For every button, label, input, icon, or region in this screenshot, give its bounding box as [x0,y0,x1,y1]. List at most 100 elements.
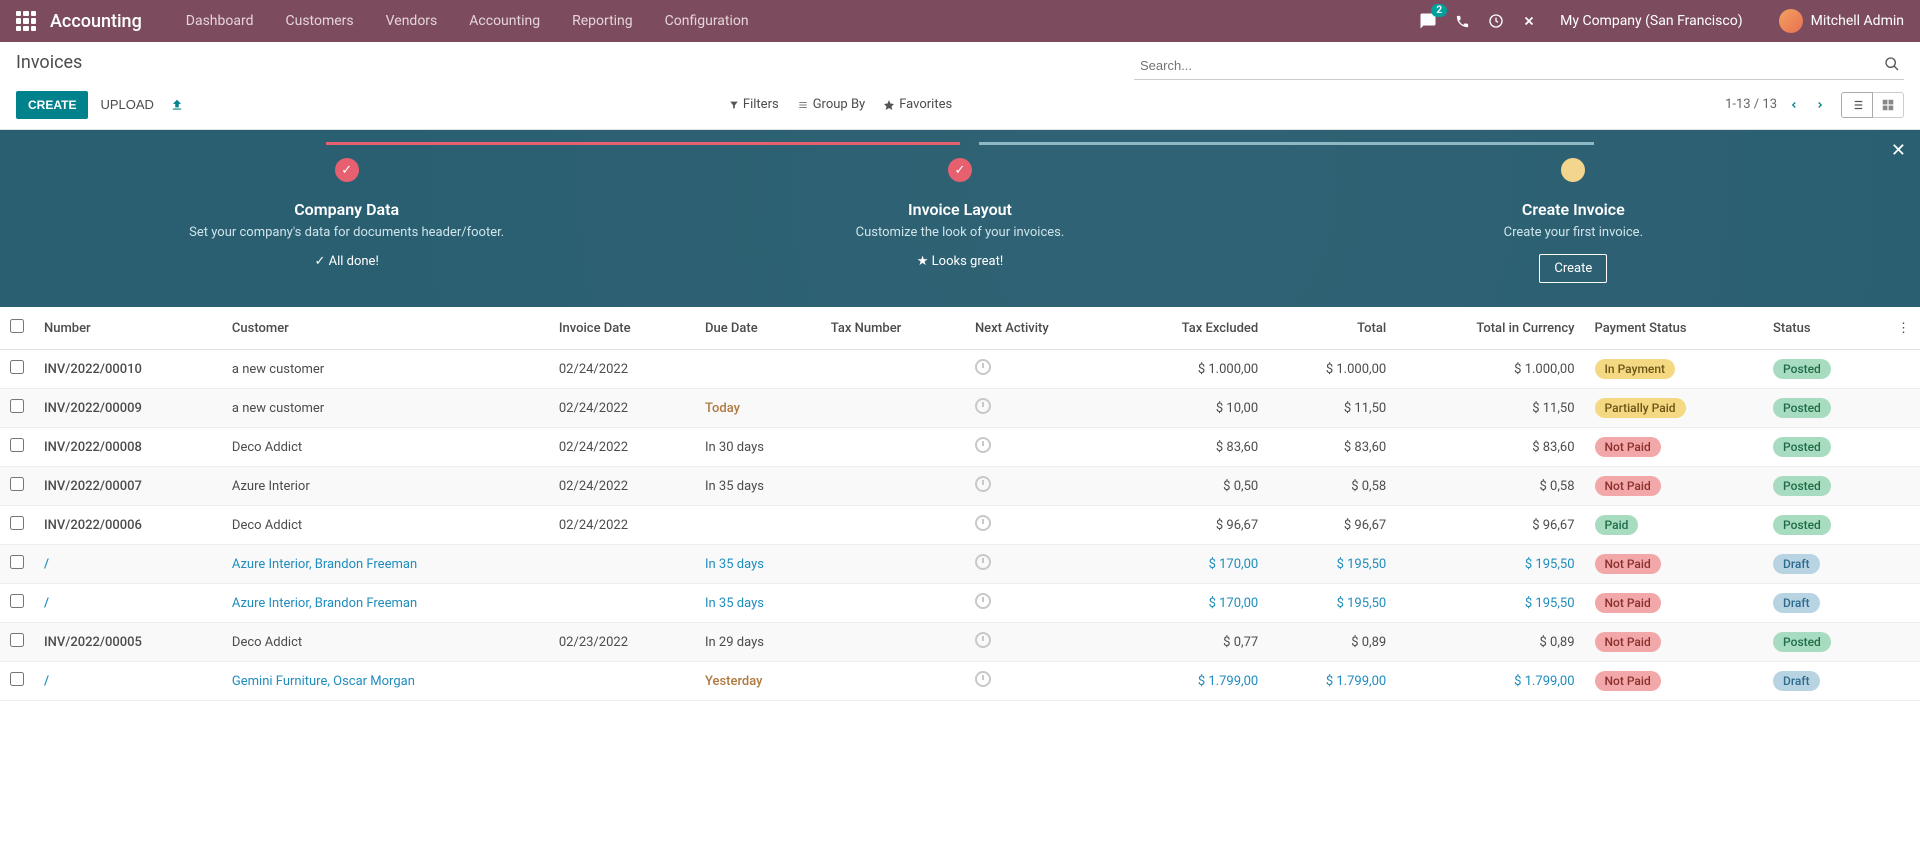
list-view-icon[interactable] [1841,92,1873,118]
activity-clock-icon[interactable] [975,476,991,492]
cell-status: Posted [1763,506,1887,545]
nav-dashboard[interactable]: Dashboard [170,2,270,40]
row-checkbox[interactable] [10,516,24,530]
pager-prev-icon[interactable] [1785,94,1803,116]
cell-next-activity[interactable] [965,545,1114,584]
table-row[interactable]: /Gemini Furniture, Oscar MorganYesterday… [0,662,1920,701]
cell-next-activity[interactable] [965,584,1114,623]
row-checkbox[interactable] [10,555,24,569]
row-checkbox[interactable] [10,633,24,647]
col-status[interactable]: Status [1763,307,1887,350]
close-x-icon[interactable] [1522,14,1536,28]
table-row[interactable]: INV/2022/00007Azure Interior02/24/2022In… [0,467,1920,506]
cell-payment-status: Not Paid [1585,467,1764,506]
col-tax-excluded[interactable]: Tax Excluded [1114,307,1268,350]
cell-next-activity[interactable] [965,467,1114,506]
upload-icon[interactable] [170,98,184,112]
cell-next-activity[interactable] [965,662,1114,701]
apps-icon[interactable] [16,11,36,31]
col-customer[interactable]: Customer [222,307,549,350]
app-brand[interactable]: Accounting [50,11,142,32]
cell-next-activity[interactable] [965,623,1114,662]
cell-invoice-date: 02/24/2022 [549,506,695,545]
activity-clock-icon[interactable] [975,437,991,453]
activity-clock-icon[interactable] [975,632,991,648]
table-row[interactable]: INV/2022/00005Deco Addict02/23/2022In 29… [0,623,1920,662]
col-tax-number[interactable]: Tax Number [821,307,965,350]
create-button[interactable]: CREATE [16,91,88,119]
col-due-date[interactable]: Due Date [695,307,821,350]
col-next-activity[interactable]: Next Activity [965,307,1114,350]
table-row[interactable]: /Azure Interior, Brandon FreemanIn 35 da… [0,584,1920,623]
cell-total-currency: $ 11,50 [1396,389,1584,428]
row-checkbox[interactable] [10,672,24,686]
company-selector[interactable]: My Company (San Francisco) [1560,13,1742,29]
activity-clock-icon[interactable] [975,554,991,570]
nav-reporting[interactable]: Reporting [556,2,649,40]
kanban-view-icon[interactable] [1873,92,1904,118]
row-checkbox[interactable] [10,360,24,374]
search-icon[interactable] [1884,56,1900,72]
upload-button[interactable]: UPLOAD [88,90,165,119]
cell-customer: Azure Interior [222,467,549,506]
activity-clock-icon[interactable] [975,359,991,375]
table-row[interactable]: INV/2022/00006Deco Addict02/24/2022$ 96,… [0,506,1920,545]
cell-payment-status: Not Paid [1585,545,1764,584]
main-navbar: Accounting Dashboard Customers Vendors A… [0,0,1920,42]
close-icon[interactable]: ✕ [1891,140,1906,161]
cell-total: $ 1.799,00 [1268,662,1396,701]
cell-due-date: In 30 days [695,428,821,467]
col-invoice-date[interactable]: Invoice Date [549,307,695,350]
col-number[interactable]: Number [34,307,222,350]
cell-next-activity[interactable] [965,506,1114,545]
cell-due-date [695,350,821,389]
clock-icon[interactable] [1488,13,1504,29]
step-action-done[interactable]: ✓ All done! [43,254,650,269]
activity-clock-icon[interactable] [975,398,991,414]
cell-number: / [34,662,222,701]
cell-next-activity[interactable] [965,428,1114,467]
col-total-currency[interactable]: Total in Currency [1396,307,1584,350]
nav-configuration[interactable]: Configuration [649,2,765,40]
optional-fields-icon[interactable]: ⋮ [1887,307,1920,350]
groupby-dropdown[interactable]: Group By [797,97,866,112]
nav-vendors[interactable]: Vendors [370,2,454,40]
table-row[interactable]: INV/2022/00008Deco Addict02/24/2022In 30… [0,428,1920,467]
cell-next-activity[interactable] [965,350,1114,389]
table-row[interactable]: INV/2022/00010a new customer02/24/2022$ … [0,350,1920,389]
phone-icon[interactable] [1455,14,1470,29]
nav-customers[interactable]: Customers [270,2,370,40]
table-row[interactable]: /Azure Interior, Brandon FreemanIn 35 da… [0,545,1920,584]
pager-next-icon[interactable] [1811,94,1829,116]
messaging-icon[interactable]: 2 [1419,12,1437,30]
activity-clock-icon[interactable] [975,671,991,687]
user-menu[interactable]: Mitchell Admin [1779,9,1904,33]
search-input[interactable] [1134,52,1904,80]
row-checkbox[interactable] [10,399,24,413]
nav-accounting[interactable]: Accounting [453,2,556,40]
table-row[interactable]: INV/2022/00009a new customer02/24/2022To… [0,389,1920,428]
row-checkbox[interactable] [10,594,24,608]
cell-next-activity[interactable] [965,389,1114,428]
activity-clock-icon[interactable] [975,593,991,609]
col-payment-status[interactable]: Payment Status [1585,307,1764,350]
pager-text[interactable]: 1-13 / 13 [1725,97,1777,112]
col-total[interactable]: Total [1268,307,1396,350]
cell-tax-number [821,662,965,701]
step-desc: Set your company's data for documents he… [43,225,650,240]
cell-due-date: Today [695,389,821,428]
row-checkbox[interactable] [10,438,24,452]
favorites-dropdown[interactable]: Favorites [883,97,952,112]
filters-dropdown[interactable]: Filters [729,97,779,112]
step-action-create[interactable]: Create [1539,254,1607,283]
payment-status-badge: Not Paid [1595,554,1661,574]
cell-tax-number [821,350,965,389]
row-checkbox[interactable] [10,477,24,491]
step-action-looks-great[interactable]: ★ Looks great! [656,254,1263,269]
select-all-checkbox[interactable] [10,319,24,333]
step-desc: Customize the look of your invoices. [656,225,1263,240]
activity-clock-icon[interactable] [975,515,991,531]
control-panel: Invoices CREATE UPLOAD Filters Group By [0,42,1920,130]
payment-status-badge: Not Paid [1595,593,1661,613]
payment-status-badge: Paid [1595,515,1639,535]
